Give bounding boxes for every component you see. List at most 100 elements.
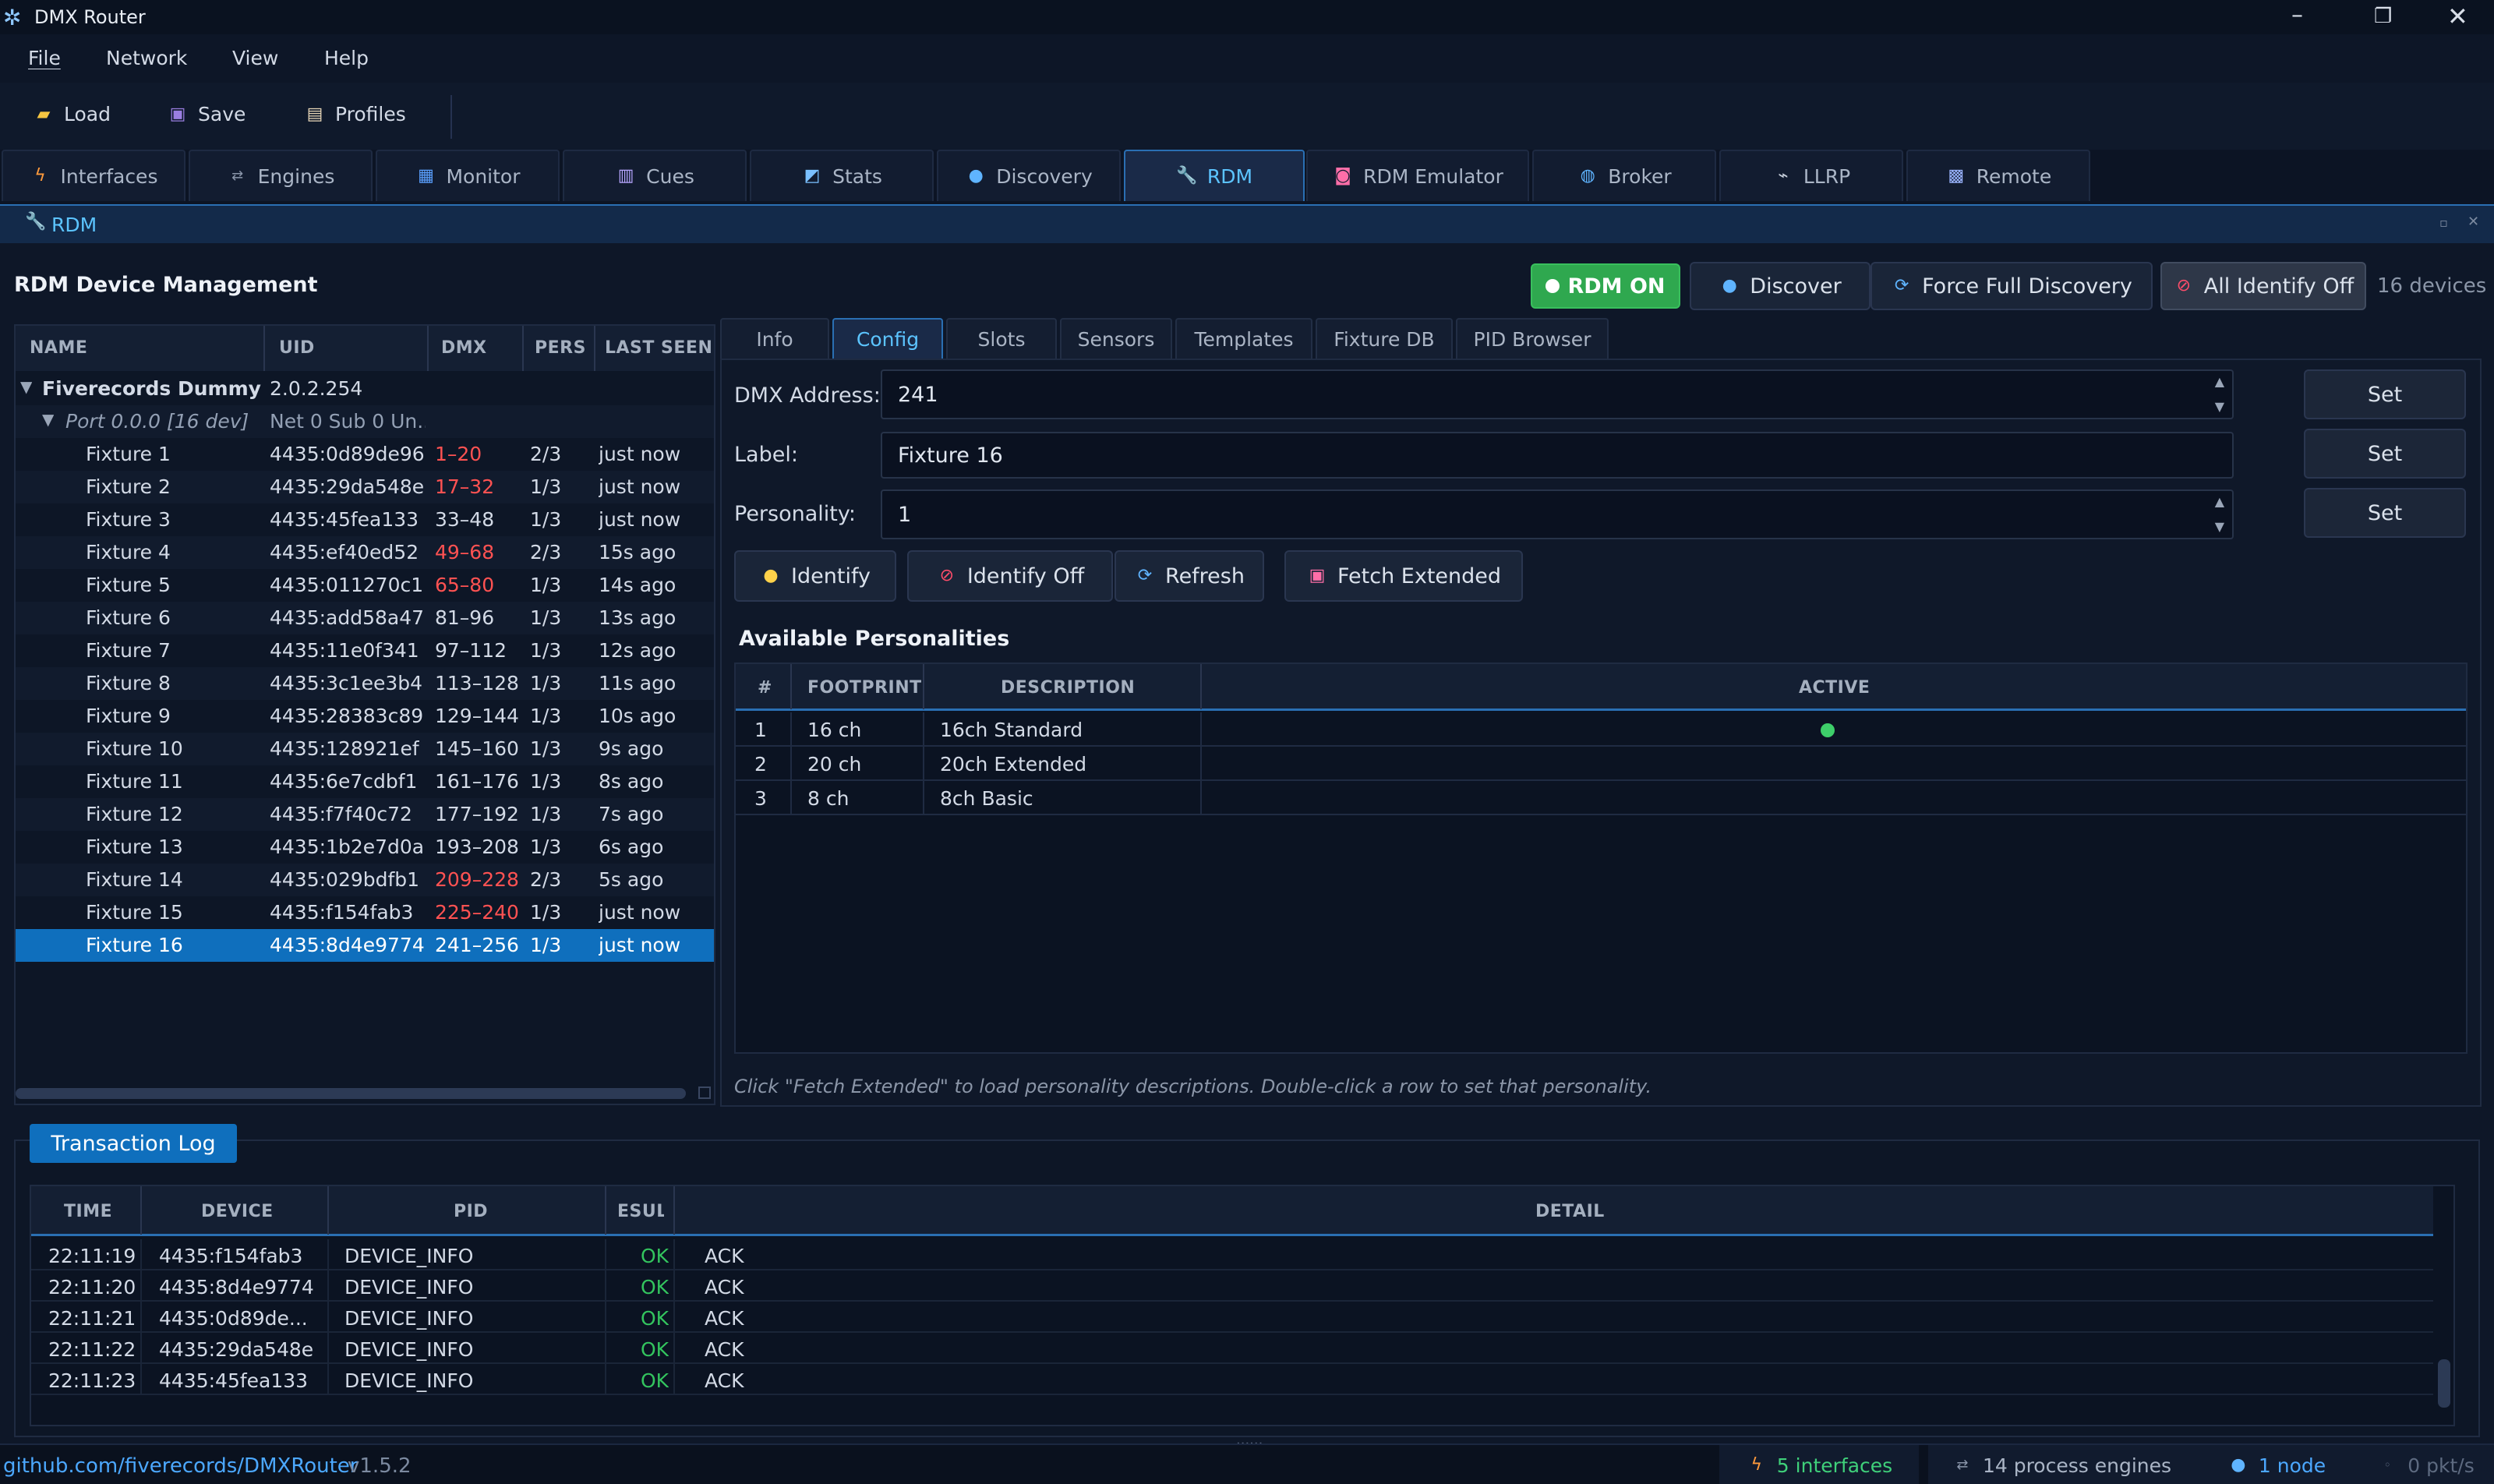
- col-pid[interactable]: PID: [454, 1202, 488, 1221]
- col-number[interactable]: #: [758, 678, 772, 698]
- fixture-uid: 4435:6e7cdbf1: [270, 770, 418, 793]
- set-personality-button[interactable]: Set: [2304, 488, 2466, 538]
- personality-input[interactable]: 1 ▲ ▼: [881, 489, 2234, 539]
- fixture-row[interactable]: Fixture 1 4435:0d89de96 1–20 2/3 just now: [16, 438, 714, 471]
- tab-stats[interactable]: ◩ Stats: [750, 150, 934, 201]
- set-dmx-button[interactable]: Set: [2304, 369, 2466, 419]
- menu-network[interactable]: Network: [106, 47, 187, 69]
- fixture-row[interactable]: Fixture 4 4435:ef40ed52 49–68 2/3 15s ago: [16, 536, 714, 569]
- col-active[interactable]: ACTIVE: [1799, 678, 1870, 698]
- fixture-row[interactable]: Fixture 15 4435:f154fab3 225–240 1/3 just no…: [16, 896, 714, 929]
- github-link[interactable]: github.com/fiverecords/DMXRouter: [3, 1454, 358, 1478]
- col-time[interactable]: TIME: [64, 1202, 112, 1221]
- fixture-row[interactable]: Fixture 8 4435:3c1ee3b4 113–128 1/3 11s ago: [16, 667, 714, 700]
- spin-up-icon[interactable]: ▲: [2215, 374, 2224, 389]
- tree-root-row[interactable]: ▼ Fiverecords Dummy ... 2.0.2.254: [16, 373, 714, 405]
- close-icon[interactable]: ✕: [2447, 2, 2468, 31]
- tab-slots[interactable]: Slots: [946, 318, 1057, 359]
- col-uid[interactable]: UID: [279, 338, 315, 358]
- col-description[interactable]: DESCRIPTION: [1001, 678, 1135, 698]
- tab-templates[interactable]: Templates: [1175, 318, 1312, 359]
- load-button[interactable]: ▰ Load: [33, 103, 111, 125]
- vertical-scrollbar[interactable]: [2438, 1359, 2450, 1408]
- fixture-row[interactable]: Fixture 7 4435:11e0f341 97–112 1/3 12s ago: [16, 634, 714, 667]
- menu-view[interactable]: View: [232, 47, 278, 69]
- refresh-button[interactable]: ⟳ Refresh: [1115, 550, 1264, 602]
- tab-fixture-db[interactable]: Fixture DB: [1316, 318, 1453, 359]
- col-last-seen[interactable]: LAST SEEN: [605, 338, 712, 358]
- col-dmx[interactable]: DMX: [441, 338, 487, 358]
- tab-sensors[interactable]: Sensors: [1060, 318, 1172, 359]
- fixture-row[interactable]: Fixture 11 4435:6e7cdbf1 161–176 1/3 8s ago: [16, 765, 714, 798]
- personality-row[interactable]: 1 16 ch 16ch Standard: [736, 712, 2466, 747]
- tab-discovery[interactable]: ● Discovery: [937, 150, 1121, 201]
- all-identify-off-button[interactable]: ⊘ All Identify Off: [2160, 262, 2366, 310]
- horizontal-scrollbar[interactable]: [16, 1088, 686, 1099]
- col-pers[interactable]: PERS: [535, 338, 586, 358]
- col-name[interactable]: NAME: [30, 338, 87, 358]
- tab-remote[interactable]: ▩ Remote: [1906, 150, 2090, 201]
- profiles-button[interactable]: ▤ Profiles: [304, 103, 406, 125]
- tab-config[interactable]: Config: [832, 318, 943, 359]
- fixture-row[interactable]: Fixture 5 4435:011270c1 65–80 1/3 14s ago: [16, 569, 714, 602]
- personality-row[interactable]: 2 20 ch 20ch Extended: [736, 747, 2466, 781]
- fixture-row[interactable]: Fixture 10 4435:128921ef 145–160 1/3 9s ago: [16, 733, 714, 765]
- node-status[interactable]: ● 1 node: [2195, 1445, 2358, 1484]
- fetch-extended-button[interactable]: ▣ Fetch Extended: [1284, 550, 1523, 602]
- interfaces-status[interactable]: ϟ 5 interfaces: [1719, 1445, 1919, 1484]
- tab-monitor[interactable]: ▦ Monitor: [376, 150, 560, 201]
- minimize-icon[interactable]: –: [2291, 2, 2303, 29]
- label-input[interactable]: Fixture 16: [881, 432, 2234, 479]
- fixture-row[interactable]: Fixture 3 4435:45fea133 33–48 1/3 just now: [16, 504, 714, 536]
- engines-status[interactable]: ⇄ 14 process engines: [1928, 1445, 2195, 1484]
- expand-arrow-icon[interactable]: ▼: [20, 377, 32, 396]
- fixture-row[interactable]: Fixture 16 4435:8d4e9774 241–256 1/3 just no…: [16, 929, 714, 962]
- log-row[interactable]: 22:11:23 4435:45fea133 DEVICE_INFO OK ACK: [31, 1364, 2433, 1395]
- fixture-row[interactable]: Fixture 6 4435:add58a47 81–96 1/3 13s ago: [16, 602, 714, 634]
- transaction-log-tab[interactable]: Transaction Log: [30, 1124, 237, 1163]
- fixture-row[interactable]: Fixture 13 4435:1b2e7d0a 193–208 1/3 6s ago: [16, 831, 714, 864]
- float-panel-icon[interactable]: ▫: [2439, 215, 2448, 230]
- col-footprint[interactable]: FOOTPRINT: [807, 678, 922, 698]
- identify-off-button[interactable]: ⊘ Identify Off: [907, 550, 1113, 602]
- fixture-row[interactable]: Fixture 2 4435:29da548e 17–32 1/3 just now: [16, 471, 714, 504]
- rdm-on-button[interactable]: RDM ON: [1531, 263, 1680, 309]
- force-discovery-button[interactable]: ⟳ Force Full Discovery: [1870, 262, 2153, 310]
- log-row[interactable]: 22:11:21 4435:0d89de... DEVICE_INFO OK ACK: [31, 1302, 2433, 1333]
- tab-rdm-emulator[interactable]: ◙ RDM Emulator: [1306, 150, 1529, 201]
- dmx-address-input[interactable]: 241 ▲ ▼: [881, 369, 2234, 419]
- close-panel-icon[interactable]: ✕: [2468, 214, 2479, 230]
- discover-button[interactable]: ● Discover: [1690, 262, 1870, 310]
- fixture-dmx: 81–96: [435, 606, 495, 629]
- spin-down-icon[interactable]: ▼: [2215, 519, 2224, 534]
- tab-interfaces[interactable]: ϟ Interfaces: [2, 150, 185, 201]
- fixture-row[interactable]: Fixture 14 4435:029bdfb1 209–228 2/3 5s ago: [16, 864, 714, 896]
- fixture-row[interactable]: Fixture 9 4435:28383c89 129–144 1/3 10s ago: [16, 700, 714, 733]
- set-label-button[interactable]: Set: [2304, 429, 2466, 479]
- tab-broker[interactable]: ◍ Broker: [1532, 150, 1716, 201]
- tab-llrp[interactable]: ⌁ LLRP: [1719, 150, 1903, 201]
- col-detail[interactable]: DETAIL: [1535, 1202, 1605, 1221]
- menu-file[interactable]: File: [28, 47, 61, 69]
- log-row[interactable]: 22:11:22 4435:29da548e DEVICE_INFO OK ACK: [31, 1333, 2433, 1364]
- fixture-row[interactable]: Fixture 12 4435:f7f40c72 177–192 1/3 7s ago: [16, 798, 714, 831]
- expand-arrow-icon[interactable]: ▼: [42, 410, 54, 429]
- log-row[interactable]: 22:11:19 4435:f154fab3 DEVICE_INFO OK ACK: [31, 1239, 2433, 1270]
- tab-rdm[interactable]: 🔧 RDM: [1124, 150, 1305, 201]
- resize-grip-icon[interactable]: [698, 1086, 711, 1099]
- log-row[interactable]: 22:11:20 4435:8d4e9774 DEVICE_INFO OK ACK: [31, 1270, 2433, 1302]
- col-result[interactable]: ESUL: [617, 1202, 664, 1221]
- tab-info[interactable]: Info: [720, 318, 829, 359]
- personality-row[interactable]: 3 8 ch 8ch Basic: [736, 781, 2466, 815]
- col-device[interactable]: DEVICE: [201, 1202, 274, 1221]
- menu-help[interactable]: Help: [324, 47, 369, 69]
- restore-icon[interactable]: ❐: [2374, 5, 2392, 28]
- spin-down-icon[interactable]: ▼: [2215, 399, 2224, 414]
- save-button[interactable]: ▣ Save: [167, 103, 246, 125]
- tab-cues[interactable]: ▥ Cues: [563, 150, 747, 201]
- tree-port-row[interactable]: ▼ Port 0.0.0 [16 dev] Net 0 Sub 0 Un...: [16, 405, 714, 438]
- identify-button[interactable]: ● Identify: [734, 550, 896, 602]
- tab-engines[interactable]: ⇄ Engines: [189, 150, 373, 201]
- tab-pid-browser[interactable]: PID Browser: [1456, 318, 1609, 359]
- spin-up-icon[interactable]: ▲: [2215, 494, 2224, 509]
